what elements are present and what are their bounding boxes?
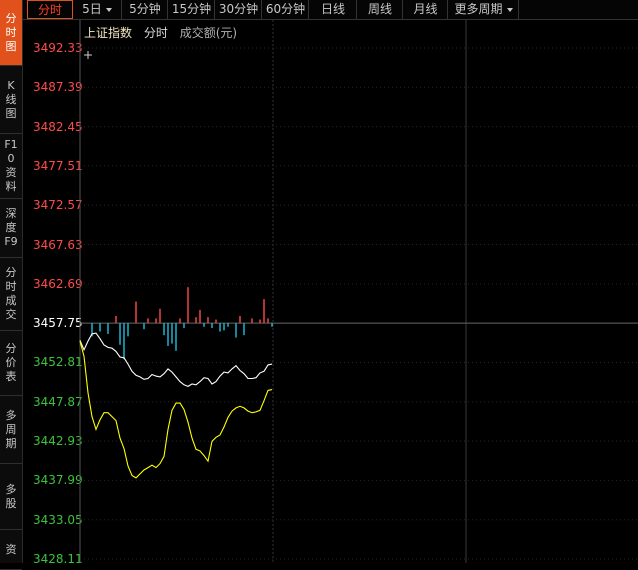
- crosshair-icon: [84, 51, 92, 59]
- average-series-line: [79, 340, 273, 479]
- chart-grid: [79, 20, 638, 563]
- intraday-chart[interactable]: [0, 0, 638, 563]
- price-lines: [79, 332, 273, 479]
